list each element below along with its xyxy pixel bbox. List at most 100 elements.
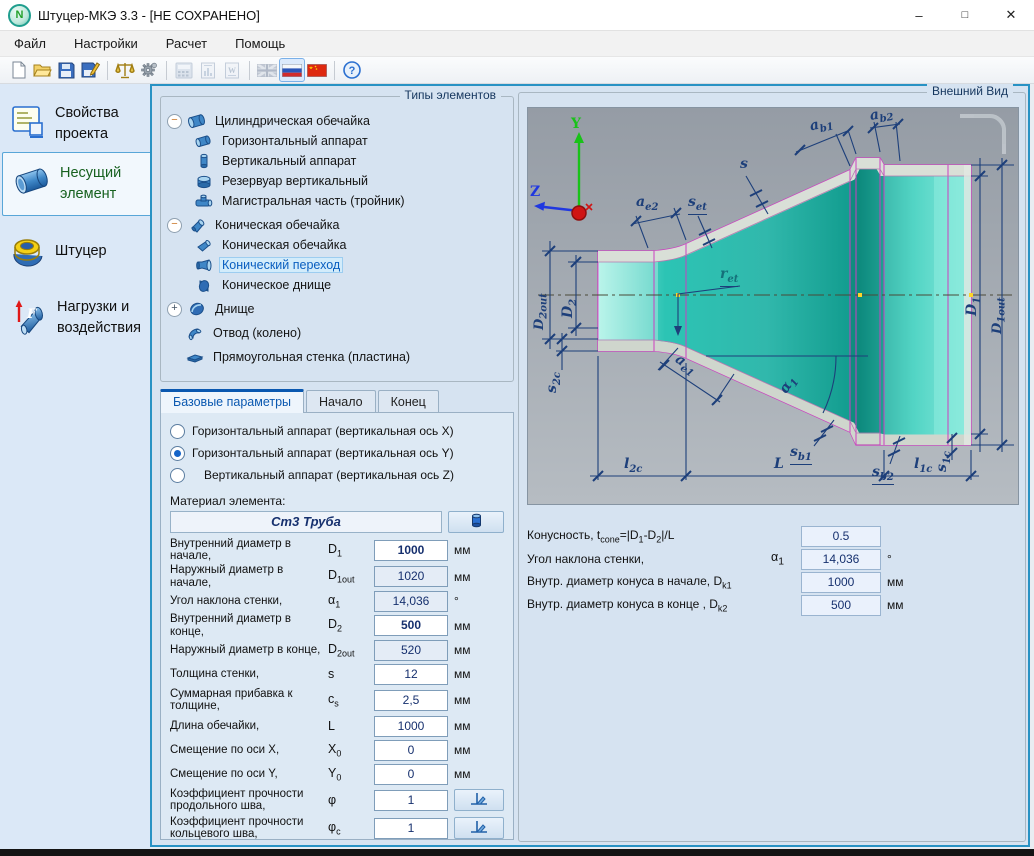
main-panel: Типы элементов − Цилиндрическая обечайка…: [150, 84, 1030, 847]
material-field[interactable]: Ст3 Труба: [170, 511, 442, 533]
sidebar-item-label: Нагрузки и воздействия: [57, 297, 149, 339]
sidebar-item-shell-element[interactable]: Несущий элемент: [2, 152, 150, 216]
derived-row-dk1: Внутр. диаметр конуса в начале, Dk1 1000…: [527, 571, 1019, 593]
weld-seam-button[interactable]: [454, 789, 504, 811]
project-properties-icon: [10, 105, 46, 144]
tab-end[interactable]: Конец: [378, 390, 439, 413]
tree-item-label: Конический переход: [219, 257, 343, 273]
save-as-icon[interactable]: [78, 59, 102, 81]
tree-item-conical-shell-group[interactable]: − Коническая обечайка: [167, 215, 513, 235]
dim-d2out: D2out: [532, 293, 550, 330]
param-row-y0: Смещение по оси Y, Y0 0 мм: [170, 762, 504, 786]
dim-d1out: D1out: [990, 297, 1008, 334]
tree-item-conical-head[interactable]: Коническое днище: [195, 275, 513, 295]
close-button[interactable]: ✕: [988, 0, 1034, 30]
param-value-input[interactable]: 1000: [374, 540, 448, 561]
units-balance-icon[interactable]: [113, 59, 137, 81]
tree-item-tee-run[interactable]: Магистральная часть (тройник): [195, 191, 513, 211]
param-label: Внутренний диаметр в начале,: [170, 538, 322, 563]
app-window: N Штуцер-МКЭ 3.3 - [НЕ СОХРАНЕНО] – □ ✕ …: [0, 0, 1034, 849]
param-value-input[interactable]: 0: [374, 764, 448, 785]
tab-start[interactable]: Начало: [306, 390, 376, 413]
weld-seam-icon: [469, 791, 489, 809]
tree-item-vertical-tank[interactable]: Резервуар вертикальный: [195, 171, 513, 191]
param-value-input[interactable]: 500: [374, 615, 448, 636]
param-value-input[interactable]: 12: [374, 664, 448, 685]
param-value-input[interactable]: 0: [374, 740, 448, 761]
menu-settings[interactable]: Настройки: [60, 31, 152, 56]
param-label: Наружный диаметр в конце,: [170, 644, 322, 657]
collapse-icon[interactable]: −: [167, 218, 182, 233]
weld-seam-button[interactable]: [454, 817, 504, 839]
derived-symbol: α1: [771, 550, 795, 568]
tree-item-label: Магистральная часть (тройник): [219, 193, 408, 209]
param-symbol: D1out: [328, 568, 368, 585]
cylinder-icon: [13, 165, 51, 204]
param-row-alpha1: Угол наклона стенки, α1 14,036 °: [170, 589, 504, 613]
derived-value-readonly: 14,036: [801, 549, 881, 570]
tree-item-cylindrical-shell[interactable]: − Цилиндрическая обечайка: [167, 111, 513, 131]
param-value-input[interactable]: 1000: [374, 716, 448, 737]
open-file-icon[interactable]: [30, 59, 54, 81]
save-icon[interactable]: [54, 59, 78, 81]
collapse-icon[interactable]: −: [167, 114, 182, 129]
dome-head-icon: [188, 301, 206, 317]
help-icon[interactable]: ?: [340, 59, 364, 81]
3d-viewport[interactable]: Y Z ae2 set s ab1 ab2 D2out D2 s2c ret a…: [527, 107, 1019, 505]
lang-en-flag-icon[interactable]: [255, 59, 279, 81]
param-label: Коэффициент прочности кольцевого шва,: [170, 816, 322, 841]
param-value-input[interactable]: 1: [374, 790, 448, 811]
radio-vertical-z[interactable]: Вертикальный аппарат (вертикальная ось Z…: [170, 464, 504, 486]
tab-basic-parameters[interactable]: Базовые параметры: [160, 389, 304, 413]
param-value-input[interactable]: 1: [374, 818, 448, 839]
param-row-length: Длина обечайки, L 1000 мм: [170, 714, 504, 738]
sidebar-item-label: Штуцер: [55, 241, 107, 262]
radio-icon-checked[interactable]: [170, 446, 185, 461]
menu-bar: Файл Настройки Расчет Помощь: [0, 31, 1034, 57]
tree-item-vertical-apparatus[interactable]: Вертикальный аппарат: [195, 151, 513, 171]
expand-icon[interactable]: +: [167, 302, 182, 317]
param-symbol: D2out: [328, 642, 368, 659]
derived-label: Угол наклона стенки,: [527, 552, 765, 566]
radio-icon[interactable]: [170, 424, 185, 439]
tree-item-label: Резервуар вертикальный: [219, 173, 371, 189]
sidebar-item-project-properties[interactable]: Свойства проекта: [0, 98, 149, 150]
derived-row-alpha: Угол наклона стенки, α1 14,036 °: [527, 548, 1019, 570]
param-row-phi: Коэффициент прочности продольного шва, φ…: [170, 786, 504, 814]
menu-help[interactable]: Помощь: [221, 31, 299, 56]
menu-file[interactable]: Файл: [0, 31, 60, 56]
param-value-input[interactable]: 2,5: [374, 690, 448, 711]
param-label: Смещение по оси X,: [170, 744, 322, 757]
param-symbol: φc: [328, 820, 368, 837]
param-row-phic: Коэффициент прочности кольцевого шва, φc…: [170, 814, 504, 842]
new-file-icon[interactable]: [6, 59, 30, 81]
menu-calculation[interactable]: Расчет: [152, 31, 221, 56]
cylinder-horizontal-icon: [195, 133, 213, 149]
dim-l1c: l1c: [914, 456, 932, 475]
radio-horizontal-y[interactable]: Горизонтальный аппарат (вертикальная ось…: [170, 442, 504, 464]
tree-item-conical-transition[interactable]: Конический переход: [195, 255, 513, 275]
sidebar-item-loads[interactable]: F Нагрузки и воздействия: [0, 286, 149, 350]
settings-gear-icon[interactable]: [137, 59, 161, 81]
tree-item-conical-shell[interactable]: Коническая обечайка: [195, 235, 513, 255]
tree-item-head[interactable]: + Днище: [167, 299, 513, 319]
svg-text:W: W: [228, 66, 236, 75]
lang-ru-flag-icon[interactable]: [279, 58, 305, 82]
radio-icon[interactable]: [170, 468, 185, 483]
minimize-button[interactable]: –: [896, 0, 942, 30]
param-row-d1: Внутренний диаметр в начале, D1 1000 мм: [170, 536, 504, 564]
param-label: Суммарная прибавка к толщине,: [170, 688, 322, 713]
tree-item-label: Коническая обечайка: [219, 237, 349, 253]
tree-item-elbow[interactable]: Отвод (колено): [167, 323, 513, 343]
app-logo-icon: N: [8, 4, 31, 27]
radio-horizontal-x[interactable]: Горизонтальный аппарат (вертикальная ось…: [170, 420, 504, 442]
param-row-cs: Суммарная прибавка к толщине, cs 2,5 мм: [170, 686, 504, 714]
maximize-button[interactable]: □: [942, 0, 988, 30]
param-symbol: D1: [328, 542, 368, 559]
sidebar-item-nozzle[interactable]: Штуцер: [0, 226, 149, 278]
derived-value-readonly: 0.5: [801, 526, 881, 547]
tree-item-rectangular-wall[interactable]: Прямоугольная стенка (пластина): [167, 347, 513, 367]
lang-zh-flag-icon[interactable]: [305, 59, 329, 81]
material-select-button[interactable]: [448, 511, 504, 533]
tree-item-horizontal-apparatus[interactable]: Горизонтальный аппарат: [195, 131, 513, 151]
